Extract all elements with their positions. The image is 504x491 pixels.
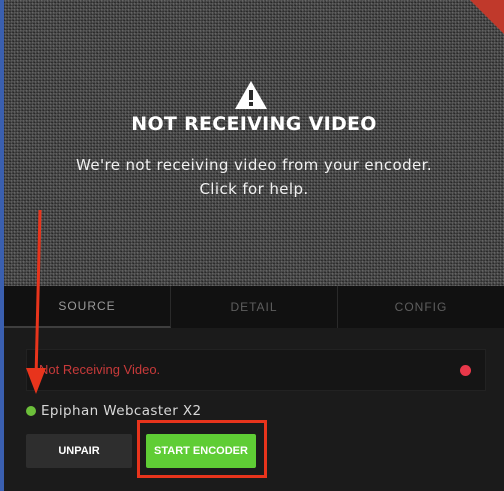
tab-detail[interactable]: DETAIL bbox=[171, 286, 338, 328]
device-name: Epiphan Webcaster X2 bbox=[41, 403, 202, 419]
annotation-arrow-icon bbox=[26, 209, 46, 394]
video-help-link[interactable]: Click for help. bbox=[4, 177, 504, 201]
tab-config[interactable]: CONFIG bbox=[338, 286, 504, 328]
status-indicator-dot bbox=[460, 365, 471, 376]
source-status-text: Not Receiving Video. bbox=[39, 362, 161, 377]
corner-flag bbox=[470, 0, 504, 34]
video-status-title: NOT RECEIVING VIDEO bbox=[131, 113, 377, 135]
source-status-box: Not Receiving Video. bbox=[26, 349, 486, 391]
video-status-line-1: We're not receiving video from your enco… bbox=[75, 156, 432, 174]
unpair-button[interactable]: UNPAIR bbox=[26, 434, 132, 468]
annotation-highlight-box bbox=[137, 420, 267, 478]
tab-bar: SOURCE DETAIL CONFIG bbox=[4, 286, 504, 328]
video-preview[interactable] bbox=[4, 0, 504, 286]
warning-triangle-icon bbox=[235, 81, 267, 109]
video-status-message[interactable]: We're not receiving video from your enco… bbox=[4, 153, 504, 201]
device-connected-dot bbox=[26, 406, 36, 416]
device-row: Epiphan Webcaster X2 bbox=[26, 403, 202, 419]
